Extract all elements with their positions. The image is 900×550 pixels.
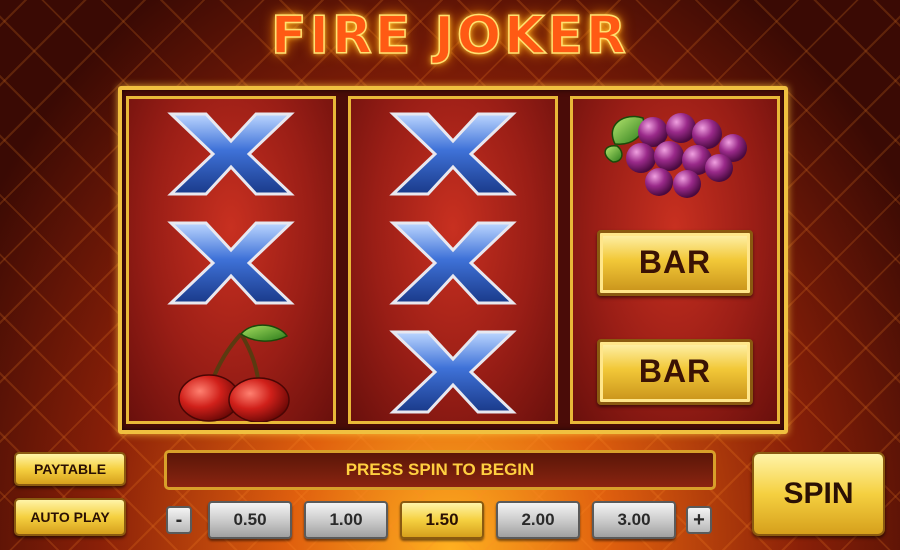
stake-option-3.00[interactable]: 3.00 bbox=[592, 501, 676, 539]
x-symbol-icon bbox=[389, 112, 517, 195]
reel-3-row-3: BAR bbox=[573, 317, 777, 426]
x-symbol-icon bbox=[167, 112, 295, 195]
reel-2-row-1 bbox=[351, 99, 555, 208]
reel-1-row-3 bbox=[129, 317, 333, 426]
paytable-button[interactable]: PAYTABLE bbox=[14, 452, 126, 486]
grapes-symbol-icon bbox=[604, 112, 747, 198]
reel-2-row-2 bbox=[351, 208, 555, 317]
bar-symbol-icon: BAR bbox=[597, 229, 753, 296]
game-title: FIRE JOKER bbox=[270, 5, 629, 67]
x-symbol-icon bbox=[389, 221, 517, 304]
x-symbol-icon bbox=[389, 330, 517, 413]
reel-3-row-1 bbox=[573, 99, 777, 208]
increase-stake-button[interactable]: + bbox=[686, 506, 712, 534]
decrease-stake-button[interactable]: - bbox=[166, 506, 192, 534]
x-symbol-icon bbox=[167, 221, 295, 304]
status-message: PRESS SPIN TO BEGIN bbox=[164, 450, 716, 490]
bar-symbol-icon: BAR bbox=[597, 338, 753, 405]
cherry-symbol-icon bbox=[178, 324, 290, 422]
stake-option-2.00[interactable]: 2.00 bbox=[496, 501, 580, 539]
reel-3: BAR BAR bbox=[570, 96, 780, 424]
autoplay-button[interactable]: AUTO PLAY bbox=[14, 498, 126, 536]
reel-2-row-3 bbox=[351, 317, 555, 426]
reel-1-row-1 bbox=[129, 99, 333, 208]
reel-2 bbox=[348, 96, 558, 424]
spin-button[interactable]: SPIN bbox=[752, 452, 885, 536]
reel-1 bbox=[126, 96, 336, 424]
stake-option-1.50[interactable]: 1.50 bbox=[400, 501, 484, 539]
reels-frame: BAR BAR bbox=[118, 86, 788, 434]
reel-3-row-2: BAR bbox=[573, 208, 777, 317]
stake-option-1.00[interactable]: 1.00 bbox=[304, 501, 388, 539]
stake-option-0.50[interactable]: 0.50 bbox=[208, 501, 292, 539]
reel-1-row-2 bbox=[129, 208, 333, 317]
